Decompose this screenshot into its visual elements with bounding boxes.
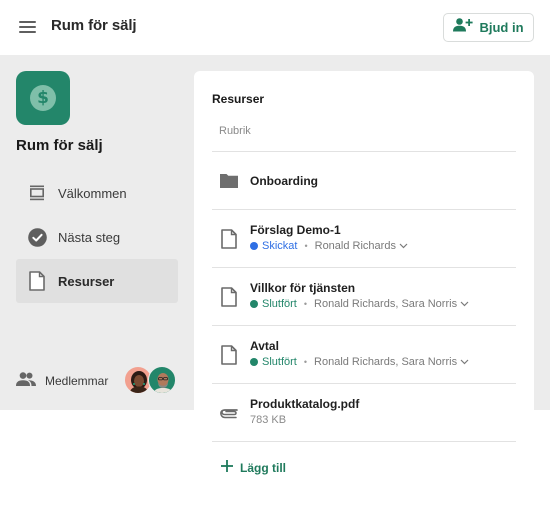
- item-meta: 783 KB: [250, 414, 286, 426]
- document-icon: [27, 271, 47, 291]
- list-item[interactable]: Avtal Slutfört • Ronald Richards, Sara N…: [212, 326, 516, 384]
- status-dot: [250, 242, 258, 250]
- resource-list: Onboarding Förslag Demo-1 Skickat • Rona…: [212, 152, 516, 442]
- sidebar-nav: Välkommen Nästa steg Resurser: [16, 171, 178, 303]
- people-icon: [16, 371, 36, 391]
- status-dot: [250, 300, 258, 308]
- sidebar-item-label: Resurser: [58, 273, 115, 289]
- members-link[interactable]: Medlemmar: [16, 365, 178, 397]
- paperclip-icon: [220, 403, 238, 423]
- status-badge: Slutfört: [262, 356, 297, 368]
- status-badge: Skickat: [262, 240, 298, 252]
- item-meta: Slutfört • Ronald Richards, Sara Norris: [250, 356, 469, 368]
- sidebar-item-resurser[interactable]: Resurser: [16, 259, 178, 303]
- heading-input[interactable]: Rubrik: [212, 117, 516, 152]
- chevron-down-icon[interactable]: [399, 243, 408, 249]
- room-name: Rum för sälj: [16, 137, 103, 154]
- dollar-icon: $: [30, 85, 56, 111]
- invite-button[interactable]: Bjud in: [443, 13, 534, 42]
- document-icon: [220, 344, 238, 365]
- sidebar: $ Rum för sälj Välkommen Nästa steg Resu…: [0, 55, 194, 410]
- item-name: Produktkatalog.pdf: [250, 397, 360, 411]
- recipients: Ronald Richards: [314, 240, 396, 252]
- members-label: Medlemmar: [45, 374, 109, 388]
- add-person-icon: [453, 18, 474, 37]
- item-name: Onboarding: [250, 174, 318, 188]
- check-circle-icon: [27, 227, 47, 247]
- list-item[interactable]: Onboarding: [212, 152, 516, 210]
- plus-icon: [221, 459, 233, 477]
- chevron-down-icon[interactable]: [460, 359, 469, 365]
- chevron-down-icon[interactable]: [460, 301, 469, 307]
- add-resource-label: Lägg till: [240, 461, 286, 475]
- status-dot: [250, 358, 258, 366]
- file-size: 783 KB: [250, 414, 287, 426]
- item-meta: Slutfört • Ronald Richards, Sara Norris: [250, 298, 469, 310]
- folder-icon: [220, 171, 238, 191]
- top-bar: Rum för sälj Bjud in: [0, 0, 550, 55]
- sidebar-item-nasta-steg[interactable]: Nästa steg: [16, 215, 178, 259]
- recipients: Ronald Richards, Sara Norris: [314, 298, 458, 310]
- room-logo: $: [16, 71, 70, 125]
- item-name: Förslag Demo-1: [250, 223, 341, 237]
- item-name: Avtal: [250, 339, 279, 353]
- invite-button-label: Bjud in: [479, 20, 524, 35]
- member-avatars: [124, 366, 184, 396]
- list-item[interactable]: Produktkatalog.pdf 783 KB: [212, 384, 516, 442]
- item-name: Villkor för tjänsten: [250, 281, 356, 295]
- section-title: Resurser: [212, 92, 265, 106]
- slides-icon: [27, 183, 47, 203]
- status-badge: Slutfört: [262, 298, 297, 310]
- sidebar-item-valkommen[interactable]: Välkommen: [16, 171, 178, 215]
- document-icon: [220, 286, 238, 307]
- hamburger-menu-icon[interactable]: [19, 20, 36, 34]
- separator: •: [303, 299, 308, 309]
- page-title: Rum för sälj: [51, 17, 137, 34]
- avatar[interactable]: [148, 366, 176, 394]
- document-icon: [220, 228, 238, 249]
- separator: •: [304, 241, 308, 251]
- sidebar-item-label: Nästa steg: [58, 229, 121, 245]
- list-item[interactable]: Villkor för tjänsten Slutfört • Ronald R…: [212, 268, 516, 326]
- resources-card: Resurser Rubrik Onboarding Förslag Demo-…: [194, 71, 534, 501]
- add-resource-button[interactable]: Lägg till: [221, 459, 286, 477]
- recipients: Ronald Richards, Sara Norris: [314, 356, 458, 368]
- sidebar-item-label: Välkommen: [58, 185, 127, 201]
- separator: •: [303, 357, 308, 367]
- list-item[interactable]: Förslag Demo-1 Skickat • Ronald Richards: [212, 210, 516, 268]
- item-meta: Skickat • Ronald Richards: [250, 240, 408, 252]
